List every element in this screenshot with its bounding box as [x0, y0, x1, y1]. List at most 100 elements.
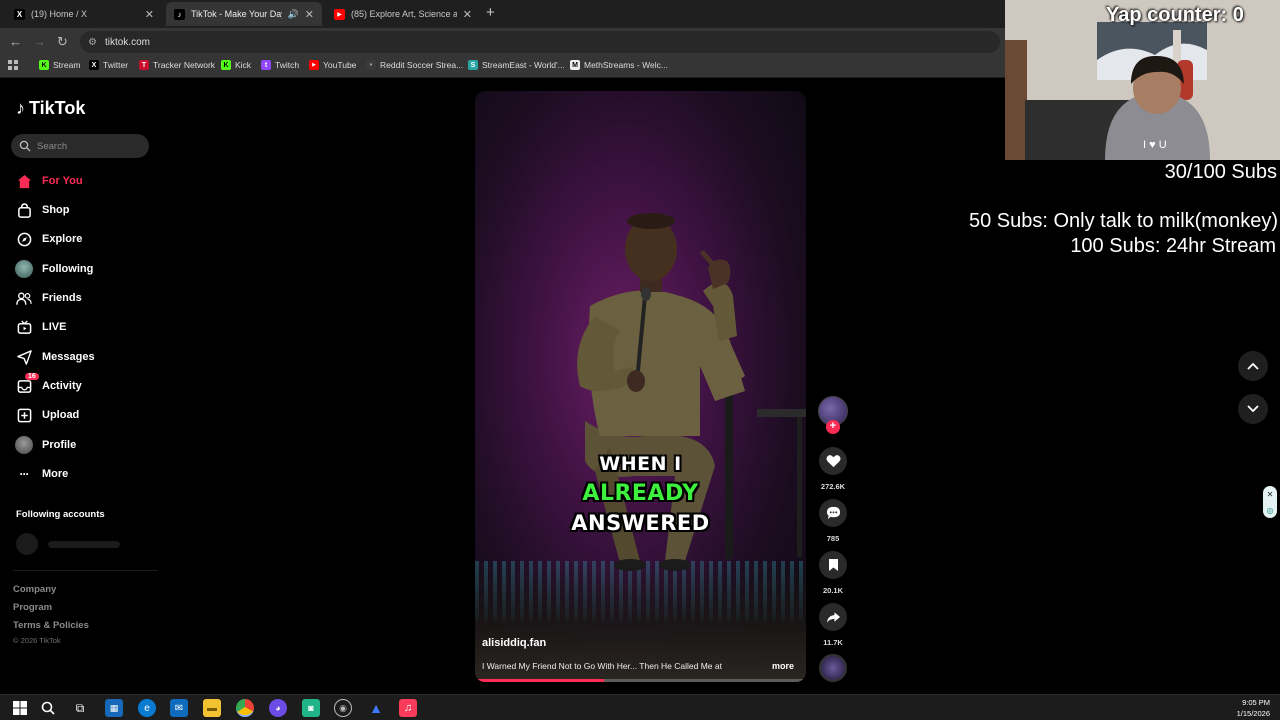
youtube-logo-icon: ▶: [334, 8, 345, 20]
address-bar[interactable]: ⚙ tiktok.com: [80, 31, 1000, 53]
tab-title: (85) Explore Art, Science and Te: [351, 9, 457, 19]
following-accounts-heading: Following accounts: [16, 509, 105, 520]
file-explorer-icon[interactable]: ▬: [203, 699, 221, 717]
tab-title: TikTok - Make Your Day: [191, 9, 282, 19]
music-app-icon[interactable]: ♫: [399, 699, 417, 717]
nav-shop[interactable]: Shop: [15, 200, 70, 220]
tab-tiktok[interactable]: ♪ TikTok - Make Your Day 🔊 ✕: [166, 2, 322, 26]
previous-video-button[interactable]: [1238, 351, 1268, 381]
forward-arrow-icon[interactable]: →: [33, 34, 46, 49]
bookmark-label: Stream: [53, 60, 81, 70]
chrome-browser-icon[interactable]: [236, 699, 254, 717]
search-icon[interactable]: [39, 699, 57, 717]
sub-goal-counter: 30/100 Subs: [1164, 161, 1277, 183]
close-icon[interactable]: ✕: [305, 8, 314, 21]
apps-grid-icon[interactable]: [8, 60, 18, 70]
video-author[interactable]: alisiddiq.fan: [482, 637, 546, 649]
screen: X (19) Home / X ✕ ♪ TikTok - Make Your D…: [0, 0, 1280, 720]
nav-for-you[interactable]: For You: [15, 171, 83, 191]
notification-badge: 16: [25, 373, 39, 380]
next-video-button[interactable]: [1238, 394, 1268, 424]
tiktok-logo-icon: ♪: [174, 8, 185, 20]
nav-friends[interactable]: Friends: [15, 288, 82, 308]
sub-goal-50: 50 Subs: Only talk to milk(monkey): [969, 210, 1278, 232]
back-arrow-icon[interactable]: ←: [9, 34, 22, 49]
like-button[interactable]: [819, 447, 847, 475]
edge-browser-icon[interactable]: e: [138, 699, 156, 717]
nav-upload[interactable]: Upload: [15, 405, 79, 425]
bookmark-stream[interactable]: K Stream: [39, 60, 80, 70]
ellipsis-icon: ···: [19, 467, 30, 481]
bookmark-twitch[interactable]: t Twitch: [261, 60, 299, 70]
logo-text: TikTok: [29, 98, 86, 118]
footer-company-link[interactable]: Company: [13, 584, 56, 595]
tab-x-home[interactable]: X (19) Home / X ✕: [6, 2, 162, 26]
reload-icon[interactable]: ↻: [57, 34, 68, 50]
more-button[interactable]: more: [772, 661, 794, 671]
nav-more[interactable]: ··· More: [15, 464, 69, 484]
bookmark-label: YouTube: [323, 60, 357, 70]
nav-label: Explore: [42, 233, 83, 245]
bookmark-tracker-network[interactable]: T Tracker Network: [139, 60, 215, 70]
task-view-icon[interactable]: ⧉: [71, 699, 89, 717]
bookmark-label: Tracker Network: [153, 60, 216, 70]
tab-title: (19) Home / X: [31, 9, 88, 19]
tiktok-logo[interactable]: ♪ TikTok: [16, 98, 85, 119]
site-info-icon[interactable]: ⚙: [88, 37, 97, 48]
search-placeholder: Search: [37, 140, 68, 152]
nav-label: Messages: [42, 351, 95, 363]
nav-explore[interactable]: Explore: [15, 229, 82, 249]
nav-label: Shop: [42, 204, 70, 216]
nav-live[interactable]: LIVE: [15, 317, 66, 337]
video-caption-line-highlight: ALREADY: [582, 481, 699, 506]
video-progress-bar[interactable]: [475, 679, 806, 682]
video-player[interactable]: WHEN I ALREADY ANSWERED alisiddiq.fan I …: [475, 91, 806, 682]
browser-toolbar: ← → ↻ ⚙ tiktok.com: [0, 28, 1005, 56]
microsoft-store-icon[interactable]: ▦: [105, 699, 123, 717]
bookmark-youtube[interactable]: ▶ YouTube: [309, 60, 356, 70]
save-count: 20.1K: [822, 586, 843, 595]
share-button[interactable]: [819, 603, 847, 631]
heart-icon: [825, 455, 841, 468]
extension-logo-icon[interactable]: ◎: [1267, 506, 1274, 515]
chat-app-icon[interactable]: ◙: [302, 699, 320, 717]
inbox-icon: 16: [15, 373, 39, 395]
bookmark-reddit-soccer[interactable]: • Reddit Soccer Strea...: [366, 60, 463, 70]
nav-label: LIVE: [42, 321, 67, 333]
tab-youtube[interactable]: ▶ (85) Explore Art, Science and Te ✕: [326, 2, 480, 26]
new-tab-icon[interactable]: +: [486, 4, 495, 21]
comment-button[interactable]: [819, 499, 847, 527]
system-clock[interactable]: 9:05 PM 1/15/2026: [1237, 697, 1270, 719]
music-disc-icon[interactable]: [819, 654, 847, 682]
discord-icon[interactable]: ◕: [269, 699, 287, 717]
bookmark-twitter[interactable]: X Twitter: [89, 60, 128, 70]
save-button[interactable]: [819, 551, 847, 579]
nav-activity[interactable]: 16 Activity: [15, 373, 82, 396]
nav-messages[interactable]: Messages: [15, 347, 95, 367]
close-icon[interactable]: ✕: [145, 8, 154, 21]
extension-widget[interactable]: ✕ ◎: [1263, 486, 1277, 518]
share-arrow-icon: [826, 611, 840, 623]
speaker-icon[interactable]: 🔊: [288, 9, 299, 20]
close-icon[interactable]: ✕: [463, 8, 472, 21]
windows-start-icon[interactable]: [11, 699, 29, 717]
search-input[interactable]: Search: [11, 134, 149, 158]
vpn-app-icon[interactable]: ▲: [367, 699, 385, 717]
bookmark-kick[interactable]: K Kick: [221, 60, 251, 70]
footer-program-link[interactable]: Program: [13, 602, 52, 613]
profile-avatar-icon: [15, 436, 33, 454]
streameast-logo-icon: S: [468, 60, 478, 70]
shopping-bag-icon: [15, 201, 33, 219]
clock-date: 1/15/2026: [1236, 709, 1270, 718]
bookmark-methstreams[interactable]: M MethStreams - Welc...: [570, 60, 668, 70]
close-icon[interactable]: ✕: [1267, 490, 1274, 499]
mail-icon[interactable]: ✉: [170, 699, 188, 717]
footer-terms-link[interactable]: Terms & Policies: [13, 620, 89, 631]
bookmark-streameast[interactable]: S StreamEast - World'...: [468, 60, 565, 70]
obs-studio-icon[interactable]: ◉: [334, 699, 352, 717]
follow-plus-icon[interactable]: +: [826, 420, 840, 434]
kick-logo-icon: K: [39, 60, 49, 70]
nav-profile[interactable]: Profile: [15, 435, 76, 455]
tracker-logo-icon: T: [139, 60, 149, 70]
nav-following[interactable]: Following: [15, 259, 93, 279]
